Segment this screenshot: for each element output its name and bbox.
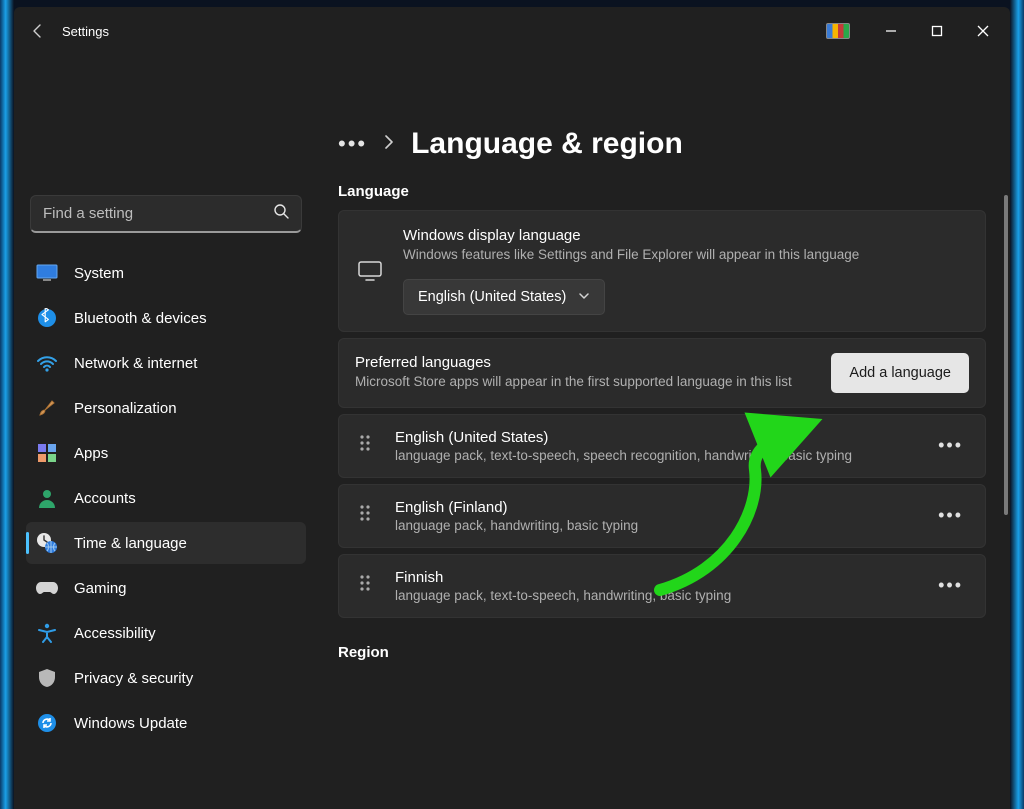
more-button[interactable]: ••• <box>932 571 969 600</box>
scrollbar[interactable] <box>1004 195 1008 809</box>
sidebar-item-windows-update[interactable]: Windows Update <box>26 702 306 744</box>
add-language-button[interactable]: Add a language <box>831 353 969 393</box>
page-title: Language & region <box>411 127 683 161</box>
back-button[interactable] <box>18 11 58 51</box>
sidebar-item-label: Privacy & security <box>74 670 193 687</box>
language-name: English (Finland) <box>395 499 912 516</box>
display-icon <box>36 262 58 284</box>
nav-list: System Bluetooth & devices Network & int… <box>24 249 308 747</box>
sidebar-item-label: System <box>74 265 124 282</box>
settings-window: Settings <box>14 7 1010 809</box>
language-item[interactable]: English (Finland) language pack, handwri… <box>338 484 986 548</box>
sidebar-item-accessibility[interactable]: Accessibility <box>26 612 306 654</box>
brush-icon <box>36 397 58 419</box>
sidebar-item-system[interactable]: System <box>26 252 306 294</box>
sidebar-item-gaming[interactable]: Gaming <box>26 567 306 609</box>
wallpaper-glow-left <box>0 0 14 809</box>
sidebar-item-label: Gaming <box>74 580 127 597</box>
sidebar-item-accounts[interactable]: Accounts <box>26 477 306 519</box>
search-icon <box>273 203 289 224</box>
language-name: Finnish <box>395 569 912 586</box>
display-language-selected: English (United States) <box>418 289 566 305</box>
person-icon <box>36 487 58 509</box>
wifi-icon <box>36 352 58 374</box>
minimize-button[interactable] <box>868 15 914 47</box>
app-title: Settings <box>62 24 109 39</box>
language-detail: language pack, text-to-speech, speech re… <box>395 448 912 463</box>
maximize-button[interactable] <box>914 15 960 47</box>
preferred-languages-title: Preferred languages <box>355 354 813 371</box>
display-language-dropdown[interactable]: English (United States) <box>403 279 605 315</box>
language-item[interactable]: English (United States) language pack, t… <box>338 414 986 478</box>
main-content: ••• Language & region Language Windows <box>314 55 1010 809</box>
update-icon <box>36 712 58 734</box>
more-button[interactable]: ••• <box>932 431 969 460</box>
card-display-language: Windows display language Windows feature… <box>338 210 986 332</box>
sidebar-item-label: Windows Update <box>74 715 187 732</box>
bluetooth-icon <box>36 307 58 329</box>
more-button[interactable]: ••• <box>932 501 969 530</box>
sidebar-item-label: Time & language <box>74 535 187 552</box>
sidebar-item-label: Network & internet <box>74 355 197 372</box>
sidebar-item-time-language[interactable]: Time & language <box>26 522 306 564</box>
sidebar-item-label: Bluetooth & devices <box>74 310 207 327</box>
language-detail: language pack, text-to-speech, handwriti… <box>395 588 912 603</box>
gamepad-icon <box>36 577 58 599</box>
display-language-title: Windows display language <box>403 227 967 244</box>
section-label-language: Language <box>338 183 986 200</box>
chevron-down-icon <box>578 289 590 305</box>
wallpaper-glow-right <box>1010 0 1024 809</box>
apps-icon <box>36 442 58 464</box>
drag-handle-icon[interactable] <box>355 434 375 457</box>
titlebar: Settings <box>14 7 1010 55</box>
sidebar-item-privacy[interactable]: Privacy & security <box>26 657 306 699</box>
display-language-subtitle: Windows features like Settings and File … <box>403 246 967 265</box>
sidebar: System Bluetooth & devices Network & int… <box>14 55 314 809</box>
sidebar-item-apps[interactable]: Apps <box>26 432 306 474</box>
search-input[interactable] <box>43 205 273 222</box>
section-label-region: Region <box>338 644 986 661</box>
close-button[interactable] <box>960 15 1006 47</box>
sidebar-item-label: Personalization <box>74 400 177 417</box>
drag-handle-icon[interactable] <box>355 574 375 597</box>
sidebar-item-network[interactable]: Network & internet <box>26 342 306 384</box>
sidebar-item-label: Apps <box>74 445 108 462</box>
accessibility-icon <box>36 622 58 644</box>
language-detail: language pack, handwriting, basic typing <box>395 518 912 533</box>
clock-globe-icon <box>36 532 58 554</box>
shield-icon <box>36 667 58 689</box>
search-input-wrap[interactable] <box>30 195 302 233</box>
language-item[interactable]: Finnish language pack, text-to-speech, h… <box>338 554 986 618</box>
breadcrumb-more-icon[interactable]: ••• <box>338 131 367 157</box>
sidebar-item-label: Accessibility <box>74 625 156 642</box>
preferred-languages-subtitle: Microsoft Store apps will appear in the … <box>355 373 813 392</box>
sidebar-item-bluetooth[interactable]: Bluetooth & devices <box>26 297 306 339</box>
language-name: English (United States) <box>395 429 912 446</box>
scrollbar-thumb[interactable] <box>1004 195 1008 515</box>
card-preferred-languages: Preferred languages Microsoft Store apps… <box>338 338 986 408</box>
drag-handle-icon[interactable] <box>355 504 375 527</box>
breadcrumb: ••• Language & region <box>338 127 986 161</box>
sidebar-item-label: Accounts <box>74 490 136 507</box>
sidebar-item-personalization[interactable]: Personalization <box>26 387 306 429</box>
overlay-indicator-icon <box>826 23 850 39</box>
chevron-right-icon <box>383 135 395 154</box>
monitor-icon <box>357 227 383 281</box>
